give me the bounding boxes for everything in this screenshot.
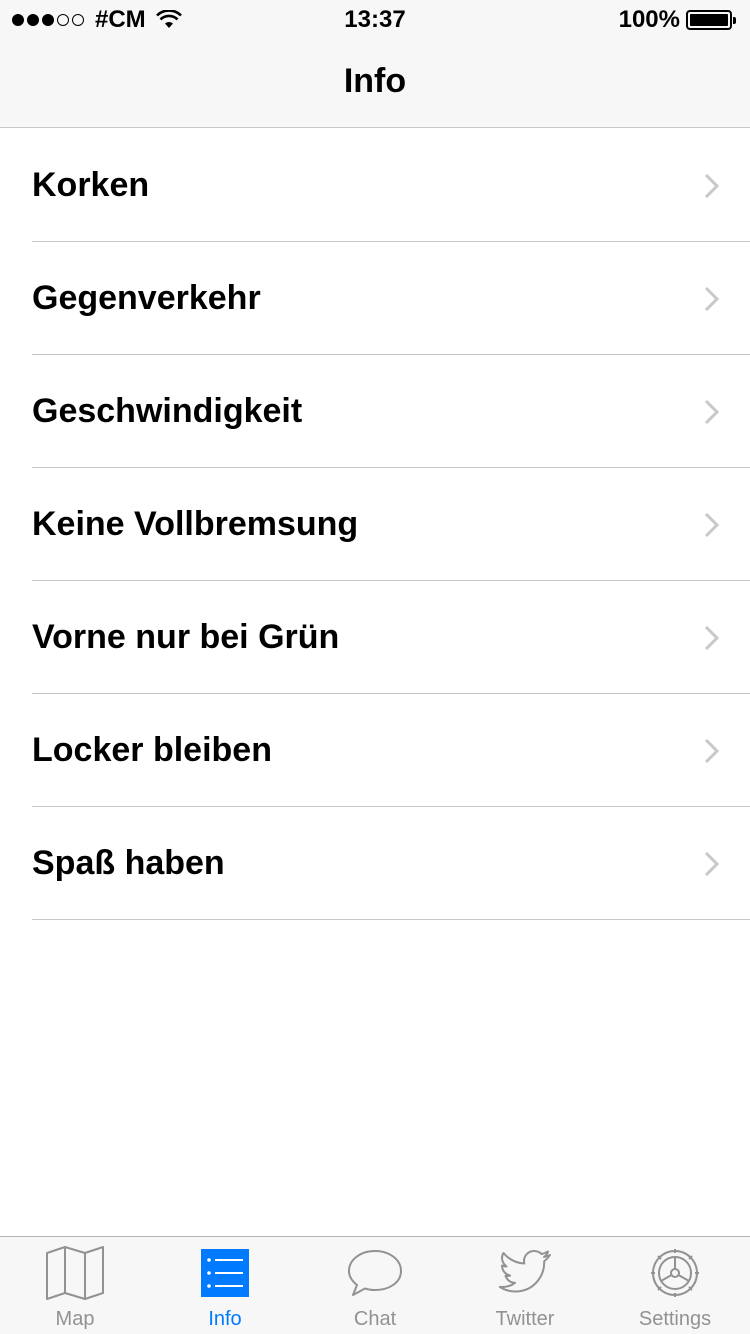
list-item-label: Geschwindigkeit bbox=[32, 392, 303, 430]
list-item-label: Gegenverkehr bbox=[32, 279, 261, 317]
chat-bubble-icon bbox=[348, 1250, 402, 1296]
list-item-label: Spaß haben bbox=[32, 844, 225, 882]
list-item-label: Keine Vollbremsung bbox=[32, 505, 359, 543]
tab-map[interactable]: Map bbox=[0, 1237, 150, 1334]
tab-info[interactable]: Info bbox=[150, 1237, 300, 1334]
map-icon bbox=[46, 1246, 104, 1300]
tab-label: Info bbox=[208, 1308, 242, 1330]
tab-label: Map bbox=[55, 1308, 95, 1330]
list-item-label: Locker bleiben bbox=[32, 731, 272, 769]
list-item[interactable]: Korken bbox=[0, 129, 750, 242]
tab-label: Chat bbox=[353, 1308, 397, 1330]
battery-percentage: 100% bbox=[618, 6, 680, 33]
chevron-right-icon bbox=[704, 399, 720, 425]
list-item[interactable]: Locker bleiben bbox=[0, 694, 750, 807]
list-item-label: Korken bbox=[32, 166, 150, 204]
list-item[interactable]: Vorne nur bei Grün bbox=[0, 581, 750, 694]
navigation-bar: Info bbox=[0, 40, 750, 128]
chevron-right-icon bbox=[704, 851, 720, 877]
status-bar: #CM 13:37 100% bbox=[0, 0, 750, 40]
tab-label: Settings bbox=[638, 1308, 712, 1330]
chevron-right-icon bbox=[704, 286, 720, 312]
info-list: Korken Gegenverkehr Geschwindigkeit Kein… bbox=[0, 129, 750, 920]
list-item-label: Vorne nur bei Grün bbox=[32, 618, 340, 656]
twitter-bird-icon bbox=[498, 1250, 551, 1293]
list-item[interactable]: Gegenverkehr bbox=[0, 242, 750, 355]
chevron-right-icon bbox=[704, 512, 720, 538]
chevron-right-icon bbox=[704, 738, 720, 764]
gear-icon bbox=[651, 1249, 699, 1297]
list-item[interactable]: Spaß haben bbox=[0, 807, 750, 920]
list-item[interactable]: Keine Vollbremsung bbox=[0, 468, 750, 581]
tab-twitter[interactable]: Twitter bbox=[450, 1237, 600, 1334]
tab-settings[interactable]: Settings bbox=[600, 1237, 750, 1334]
tab-label: Twitter bbox=[495, 1308, 555, 1330]
chevron-right-icon bbox=[704, 173, 720, 199]
page-title: Info bbox=[343, 62, 407, 100]
tab-chat[interactable]: Chat bbox=[300, 1237, 450, 1334]
list-item[interactable]: Geschwindigkeit bbox=[0, 355, 750, 468]
battery-icon bbox=[686, 10, 736, 30]
chevron-right-icon bbox=[704, 625, 720, 651]
list-icon bbox=[201, 1249, 249, 1297]
tab-bar: Map Info Chat Twitter Settings bbox=[0, 1236, 750, 1334]
status-right: 100% bbox=[619, 6, 736, 34]
